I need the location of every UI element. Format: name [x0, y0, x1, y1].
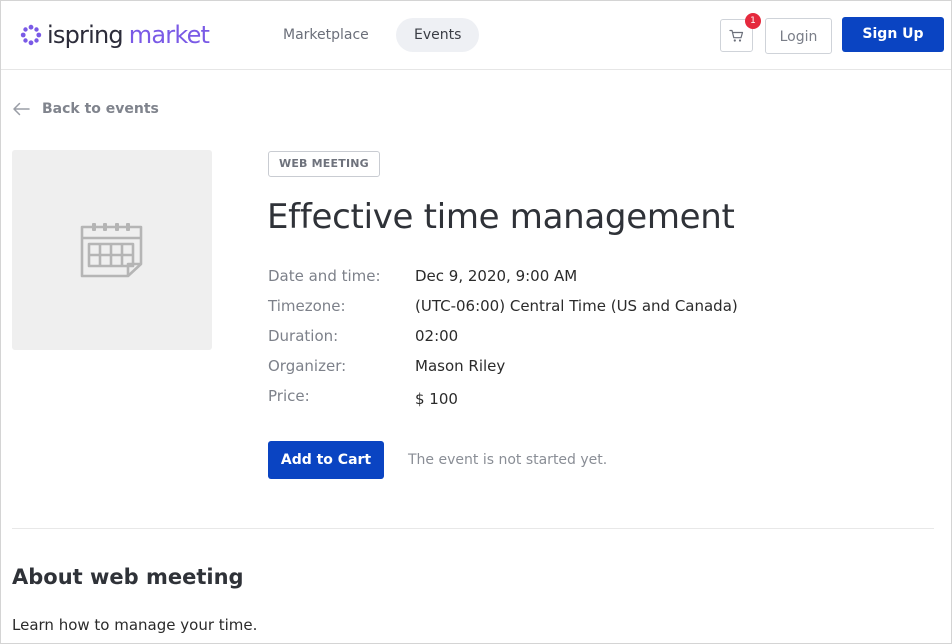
add-to-cart-button[interactable]: Add to Cart [268, 441, 384, 479]
event-type-badge: WEB MEETING [268, 151, 380, 177]
section-divider [12, 528, 934, 529]
arrow-left-icon [13, 102, 30, 116]
logo-flower-icon [20, 24, 42, 46]
detail-value-date: Dec 9, 2020, 9:00 AM [415, 267, 578, 285]
detail-label-duration: Duration: [268, 327, 339, 345]
detail-label-date: Date and time: [268, 267, 381, 285]
login-button[interactable]: Login [765, 18, 832, 54]
logo-text-ispring: ispring [47, 21, 124, 49]
nav-marketplace[interactable]: Marketplace [267, 18, 385, 52]
logo-text-market: market [128, 21, 210, 49]
app-window: ispring market Marketplace Events 1 Logi… [0, 0, 952, 644]
detail-value-duration: 02:00 [415, 327, 459, 345]
detail-value-timezone: (UTC-06:00) Central Time (US and Canada) [415, 297, 738, 315]
detail-label-price: Price: [268, 387, 310, 405]
about-heading: About web meeting [12, 565, 244, 589]
cart-count-badge: 1 [745, 13, 761, 29]
event-image-placeholder [12, 150, 212, 350]
detail-label-organizer: Organizer: [268, 357, 347, 375]
detail-value-organizer: Mason Riley [415, 357, 506, 375]
calendar-icon [80, 223, 143, 278]
ispring-market-logo[interactable]: ispring market [20, 19, 210, 51]
detail-value-price: $ 100 [415, 390, 458, 408]
event-title: Effective time management [267, 197, 735, 237]
detail-label-timezone: Timezone: [268, 297, 346, 315]
signup-button[interactable]: Sign Up [842, 17, 944, 52]
top-header: ispring market Marketplace Events 1 Logi… [1, 1, 951, 70]
back-link-label: Back to events [42, 101, 159, 117]
back-to-events-link[interactable]: Back to events [12, 97, 159, 121]
cart-icon [729, 29, 744, 42]
event-status-note: The event is not started yet. [408, 452, 608, 468]
nav-events[interactable]: Events [396, 18, 480, 52]
about-description: Learn how to manage your time. [12, 616, 258, 634]
